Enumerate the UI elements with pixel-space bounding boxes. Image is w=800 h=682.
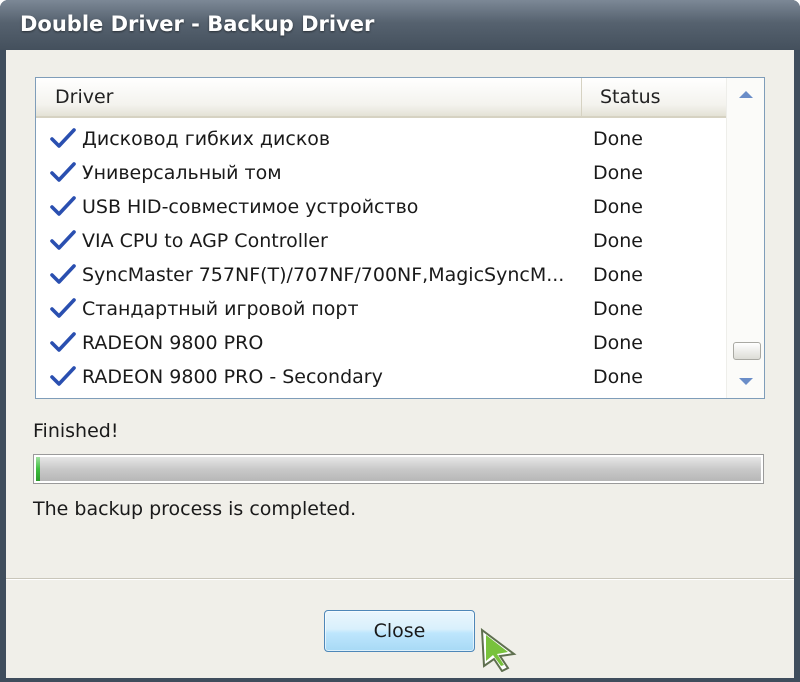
table-row[interactable]: VIA CPU to AGP Controller Done bbox=[36, 224, 726, 258]
progress-fill bbox=[36, 457, 40, 481]
close-button[interactable]: Close bbox=[324, 610, 475, 652]
scroll-thumb[interactable] bbox=[733, 342, 761, 360]
table-row[interactable]: USB HID-совместимое устройство Done bbox=[36, 190, 726, 224]
vertical-scrollbar[interactable] bbox=[726, 78, 764, 398]
checkmark-icon bbox=[50, 196, 76, 216]
cursor-pointer-icon bbox=[480, 627, 517, 672]
driver-name: Стандартный игровой порт bbox=[82, 298, 359, 320]
driver-status: Done bbox=[593, 162, 643, 184]
checkmark-icon bbox=[50, 298, 76, 318]
checkmark-icon bbox=[50, 366, 76, 386]
table-row[interactable]: RADEON 9800 PRO - Secondary Done bbox=[36, 360, 726, 394]
table-row[interactable]: Стандартный игровой порт Done bbox=[36, 292, 726, 326]
list-header: Driver Status bbox=[36, 78, 726, 118]
column-header-driver[interactable]: Driver bbox=[36, 78, 582, 116]
table-row[interactable]: Универсальный том Done bbox=[36, 156, 726, 190]
table-row[interactable]: SyncMaster 757NF(T)/707NF/700NF,MagicSyn… bbox=[36, 258, 726, 292]
driver-name: USB HID-совместимое устройство bbox=[82, 196, 419, 218]
driver-list[interactable]: Driver Status Дисковод гибких дисков Done… bbox=[35, 77, 765, 399]
backup-driver-window: Double Driver - Backup Driver Driver Sta… bbox=[0, 0, 800, 682]
scroll-up-arrow-icon[interactable] bbox=[727, 78, 765, 112]
driver-status: Done bbox=[593, 230, 643, 252]
driver-name: SyncMaster 757NF(T)/707NF/700NF,MagicSyn… bbox=[82, 264, 565, 286]
table-row[interactable]: RADEON 9800 PRO Done bbox=[36, 326, 726, 360]
driver-status: Done bbox=[593, 366, 643, 388]
driver-status: Done bbox=[593, 332, 643, 354]
checkmark-icon bbox=[50, 128, 76, 148]
separator bbox=[6, 578, 794, 580]
progress-bar bbox=[33, 454, 764, 484]
driver-name: Универсальный том bbox=[82, 162, 282, 184]
progress-track bbox=[36, 457, 761, 481]
status-label: Finished! bbox=[33, 420, 119, 442]
driver-status: Done bbox=[593, 298, 643, 320]
dialog-content: Driver Status Дисковод гибких дисков Done… bbox=[6, 50, 794, 678]
checkmark-icon bbox=[50, 264, 76, 284]
column-header-status[interactable]: Status bbox=[583, 78, 726, 116]
scroll-down-arrow-icon[interactable] bbox=[727, 364, 765, 398]
driver-name: RADEON 9800 PRO - Secondary bbox=[82, 366, 383, 388]
title-bar[interactable]: Double Driver - Backup Driver bbox=[0, 0, 800, 50]
table-row[interactable]: Дисковод гибких дисков Done bbox=[36, 122, 726, 156]
driver-name: Дисковод гибких дисков bbox=[82, 128, 331, 150]
checkmark-icon bbox=[50, 332, 76, 352]
driver-status: Done bbox=[593, 196, 643, 218]
completion-message: The backup process is completed. bbox=[33, 498, 357, 520]
checkmark-icon bbox=[50, 230, 76, 250]
driver-status: Done bbox=[593, 264, 643, 286]
checkmark-icon bbox=[50, 162, 76, 182]
driver-status: Done bbox=[593, 128, 643, 150]
list-rows: Дисковод гибких дисков Done Универсальный … bbox=[36, 122, 726, 394]
driver-name: VIA CPU to AGP Controller bbox=[82, 230, 328, 252]
driver-name: RADEON 9800 PRO bbox=[82, 332, 264, 354]
window-title: Double Driver - Backup Driver bbox=[20, 12, 375, 36]
